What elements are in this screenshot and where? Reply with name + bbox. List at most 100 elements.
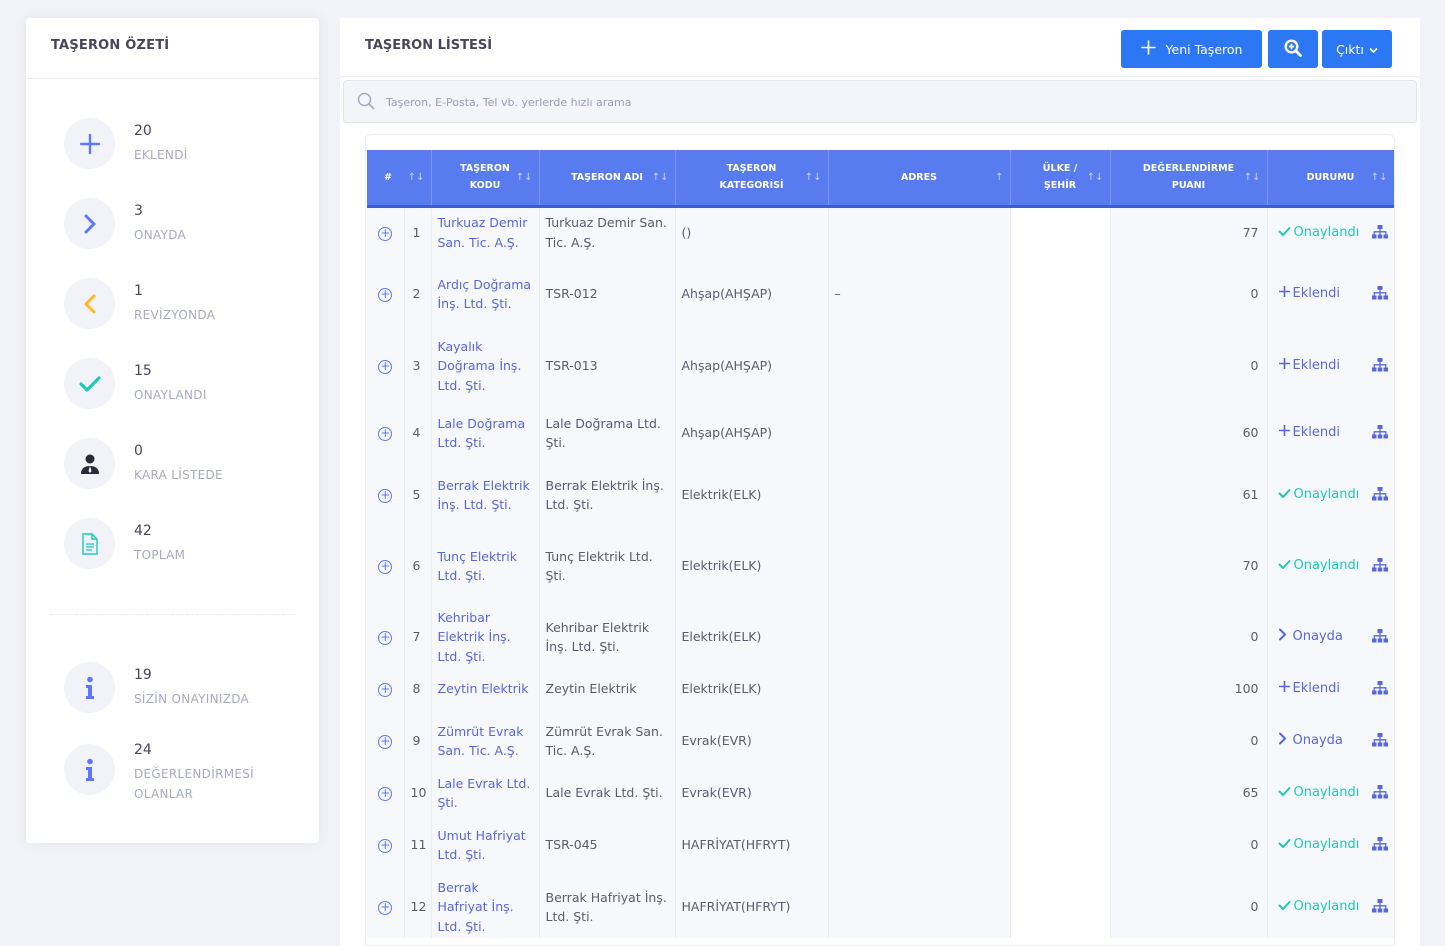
stat-revision[interactable]: 1 REVİZYONDA <box>64 278 304 332</box>
status-badge[interactable]: Eklendi <box>1278 423 1340 443</box>
document-icon <box>64 518 115 569</box>
expand-circle-icon[interactable]: + <box>378 735 393 750</box>
stat-blacklist[interactable]: 0 KARA LİSTEDE <box>64 438 304 492</box>
expand-cell[interactable]: + <box>367 710 405 772</box>
subcontractor-code-link[interactable]: Turkuaz Demir San. Tic. A.Ş. <box>431 206 540 258</box>
status-text: Onaylandı <box>1293 836 1360 852</box>
subcontractor-code-link[interactable]: Berrak Hafriyat İnş. Ltd. Şti. <box>431 876 540 938</box>
subcontractor-code-link[interactable]: Ardıç Doğrama İnş. Ltd. Şti. <box>431 258 540 330</box>
header-num[interactable]: # ↑↓ <box>367 150 432 208</box>
expand-cell[interactable]: + <box>367 606 405 668</box>
expand-cell[interactable]: + <box>367 330 405 402</box>
table-row[interactable]: +7 Kehribar Elektrik İnş. Ltd. Şti. Kehrib… <box>367 606 1394 668</box>
org-chart-icon[interactable] <box>1371 680 1388 701</box>
stat-pending[interactable]: 3 ONAYDA <box>64 198 304 252</box>
subcontractor-code-link[interactable]: Kehribar Elektrik İnş. Ltd. Şti. <box>431 606 540 668</box>
org-chart-icon[interactable] <box>1371 486 1388 507</box>
stat-your-approval[interactable]: 19 SİZİN ONAYINIZDA <box>64 662 304 716</box>
table-row[interactable]: +10 Lale Evrak Ltd. Şti. Lale Evrak Ltd. Ş… <box>367 772 1394 814</box>
status-badge[interactable]: Onayda <box>1278 731 1343 751</box>
subcontractor-code-link[interactable]: Berrak Elektrik İnş. Ltd. Şti. <box>431 464 540 526</box>
status-badge[interactable]: Onaylandı <box>1278 556 1359 576</box>
status-badge[interactable]: Onaylandı <box>1278 223 1359 243</box>
org-chart-icon[interactable] <box>1371 784 1388 805</box>
stat-added[interactable]: 20 EKLENDİ <box>64 118 304 172</box>
status-badge[interactable]: Onaylandı <box>1278 835 1360 855</box>
subcontractor-code-link[interactable]: Tunç Elektrik Ltd. Şti. <box>431 526 540 606</box>
stat-evaluations[interactable]: 24 DEĞERLENDİRMESİ OLANLAR <box>64 737 304 807</box>
subcontractor-name: Zümrüt Evrak San. Tic. A.Ş. <box>539 710 676 772</box>
search-input[interactable] <box>386 91 986 113</box>
subcontractor-code-link[interactable]: Umut Hafriyat Ltd. Şti. <box>431 814 540 876</box>
header-status[interactable]: DURUMU ↑↓ <box>1267 150 1394 208</box>
subcontractor-code-link[interactable]: Zümrüt Evrak San. Tic. A.Ş. <box>431 710 540 772</box>
header-score[interactable]: DEĞERLENDİRME PUANI ↑↓ <box>1110 150 1268 208</box>
status-badge[interactable]: Onaylandı <box>1278 897 1359 917</box>
expand-cell[interactable]: + <box>367 206 405 258</box>
plus-icon <box>1278 285 1293 301</box>
expand-cell[interactable]: + <box>367 814 405 876</box>
expand-cell[interactable]: + <box>367 668 405 710</box>
output-dropdown-button[interactable]: Çıktı <box>1322 30 1392 68</box>
expand-circle-icon[interactable]: + <box>378 427 393 442</box>
expand-cell[interactable]: + <box>367 876 405 938</box>
status-cell: Onaylandı <box>1267 526 1394 606</box>
table-row[interactable]: +5 Berrak Elektrik İnş. Ltd. Şti. Berrak E… <box>367 464 1394 526</box>
table-row[interactable]: +6 Tunç Elektrik Ltd. Şti. Tunç Elektrik L… <box>367 526 1394 606</box>
org-chart-icon[interactable] <box>1371 836 1388 857</box>
status-badge[interactable]: Eklendi <box>1278 356 1340 376</box>
table-row[interactable]: +1 Turkuaz Demir San. Tic. A.Ş. Turkuaz De… <box>367 206 1394 258</box>
org-chart-icon[interactable] <box>1371 285 1388 306</box>
org-chart-icon[interactable] <box>1371 898 1388 919</box>
zoom-search-button[interactable] <box>1268 30 1318 68</box>
org-chart-icon[interactable] <box>1371 557 1388 578</box>
status-badge[interactable]: Onaylandı <box>1278 783 1359 803</box>
expand-cell[interactable]: + <box>367 402 405 464</box>
table-row[interactable]: +9 Zümrüt Evrak San. Tic. A.Ş. Zümrüt Evra… <box>367 710 1394 772</box>
header-name[interactable]: TAŞERON ADI ↑↓ <box>539 150 676 208</box>
org-chart-icon[interactable] <box>1371 628 1388 649</box>
table-row[interactable]: +4 Lale Doğrama Ltd. Şti. Lale Doğrama Ltd… <box>367 402 1394 464</box>
expand-circle-icon[interactable]: + <box>378 787 393 802</box>
expand-circle-icon[interactable]: + <box>378 560 393 575</box>
header-address[interactable]: ADRES ↑ <box>828 150 1011 208</box>
org-chart-icon[interactable] <box>1371 357 1388 378</box>
table-row[interactable]: +2 Ardıç Doğrama İnş. Ltd. Şti. TSR-012 Ahş… <box>367 258 1394 330</box>
subcontractor-code-link[interactable]: Zeytin Elektrik <box>431 668 540 710</box>
table-row[interactable]: +8 Zeytin Elektrik Zeytin Elektrik Elektrik… <box>367 668 1394 710</box>
header-city[interactable]: ÜLKE / ŞEHİR ↑↓ <box>1010 150 1111 208</box>
expand-cell[interactable]: + <box>367 526 405 606</box>
expand-circle-icon[interactable]: + <box>378 288 393 303</box>
expand-circle-icon[interactable]: + <box>378 683 393 698</box>
header-category[interactable]: TAŞERON KATEGORİSİ ↑↓ <box>675 150 829 208</box>
subcontractor-code-link[interactable]: Kayalık Doğrama İnş. Ltd. Şti. <box>431 330 540 402</box>
new-subcontractor-button[interactable]: Yeni Taşeron <box>1121 30 1262 68</box>
status-badge[interactable]: Onaylandı <box>1278 485 1359 505</box>
sort-icon: ↑↓ <box>1086 172 1104 183</box>
subcontractor-table-wrapper: # ↑↓ TAŞERON KODU ↑↓ TAŞERON ADI ↑↓ TAŞE… <box>365 134 1395 946</box>
expand-circle-icon[interactable]: + <box>378 631 393 646</box>
org-chart-icon[interactable] <box>1371 224 1388 245</box>
table-row[interactable]: +12 Berrak Hafriyat İnş. Ltd. Şti. Berrak … <box>367 876 1394 938</box>
expand-circle-icon[interactable]: + <box>378 839 393 854</box>
stat-total[interactable]: 42 TOPLAM <box>64 518 304 572</box>
table-row[interactable]: +11 Umut Hafriyat Ltd. Şti. TSR-045 HAFRİYA… <box>367 814 1394 876</box>
stat-approved[interactable]: 15 ONAYLANDI <box>64 358 304 412</box>
org-chart-icon[interactable] <box>1371 732 1388 753</box>
subcontractor-code-link[interactable]: Lale Doğrama Ltd. Şti. <box>431 402 540 464</box>
expand-circle-icon[interactable]: + <box>378 227 393 241</box>
expand-circle-icon[interactable]: + <box>378 901 393 916</box>
expand-circle-icon[interactable]: + <box>378 489 393 504</box>
status-badge[interactable]: Eklendi <box>1278 679 1340 699</box>
expand-cell[interactable]: + <box>367 772 405 814</box>
status-badge[interactable]: Eklendi <box>1278 284 1340 304</box>
subcontractor-code-link[interactable]: Lale Evrak Ltd. Şti. <box>431 772 540 814</box>
quick-search-bar[interactable] <box>343 80 1417 123</box>
header-code[interactable]: TAŞERON KODU ↑↓ <box>431 150 540 208</box>
expand-cell[interactable]: + <box>367 258 405 330</box>
expand-circle-icon[interactable]: + <box>378 360 393 375</box>
status-badge[interactable]: Onayda <box>1278 627 1343 647</box>
org-chart-icon[interactable] <box>1371 424 1388 445</box>
table-row[interactable]: +3 Kayalık Doğrama İnş. Ltd. Şti. TSR-013 A… <box>367 330 1394 402</box>
expand-cell[interactable]: + <box>367 464 405 526</box>
